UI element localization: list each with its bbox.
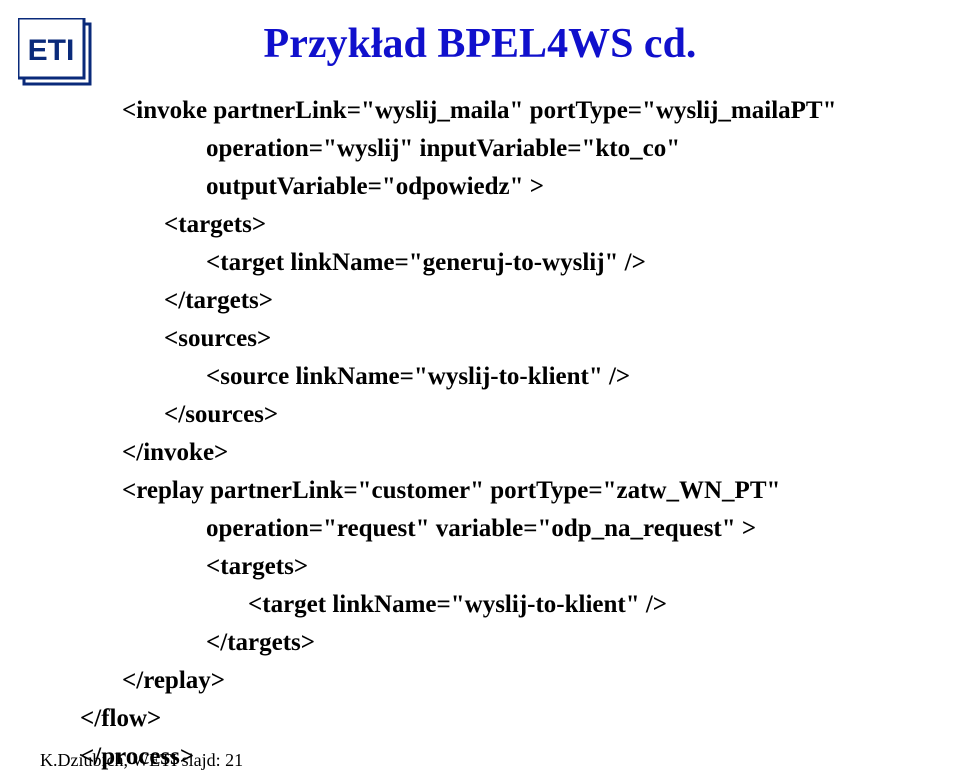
code-line: outputVariable="odpowiedz" > bbox=[80, 168, 920, 206]
slide-footer: K.Dziubich, WETI slajd: 21 bbox=[40, 750, 243, 771]
code-line: <source linkName="wyslij-to-klient" /> bbox=[80, 358, 920, 396]
code-line: <target linkName="wyslij-to-klient" /> bbox=[80, 586, 920, 624]
slide-title: Przykład BPEL4WS cd. bbox=[0, 20, 960, 68]
code-line: <invoke partnerLink="wyslij_maila" portT… bbox=[80, 92, 920, 130]
code-line: </targets> bbox=[80, 624, 920, 662]
code-line: </sources> bbox=[80, 396, 920, 434]
code-line: <target linkName="generuj-to-wyslij" /> bbox=[80, 244, 920, 282]
code-line: <targets> bbox=[80, 548, 920, 586]
code-line: <sources> bbox=[80, 320, 920, 358]
code-line: </replay> bbox=[80, 662, 920, 700]
code-line: </flow> bbox=[80, 700, 920, 738]
code-line: </invoke> bbox=[80, 434, 920, 472]
code-line: <targets> bbox=[80, 206, 920, 244]
code-line: <replay partnerLink="customer" portType=… bbox=[80, 472, 920, 510]
code-block: <invoke partnerLink="wyslij_maila" portT… bbox=[80, 92, 920, 776]
code-line: operation="request" variable="odp_na_req… bbox=[80, 510, 920, 548]
code-line: </targets> bbox=[80, 282, 920, 320]
code-line: operation="wyslij" inputVariable="kto_co… bbox=[80, 130, 920, 168]
